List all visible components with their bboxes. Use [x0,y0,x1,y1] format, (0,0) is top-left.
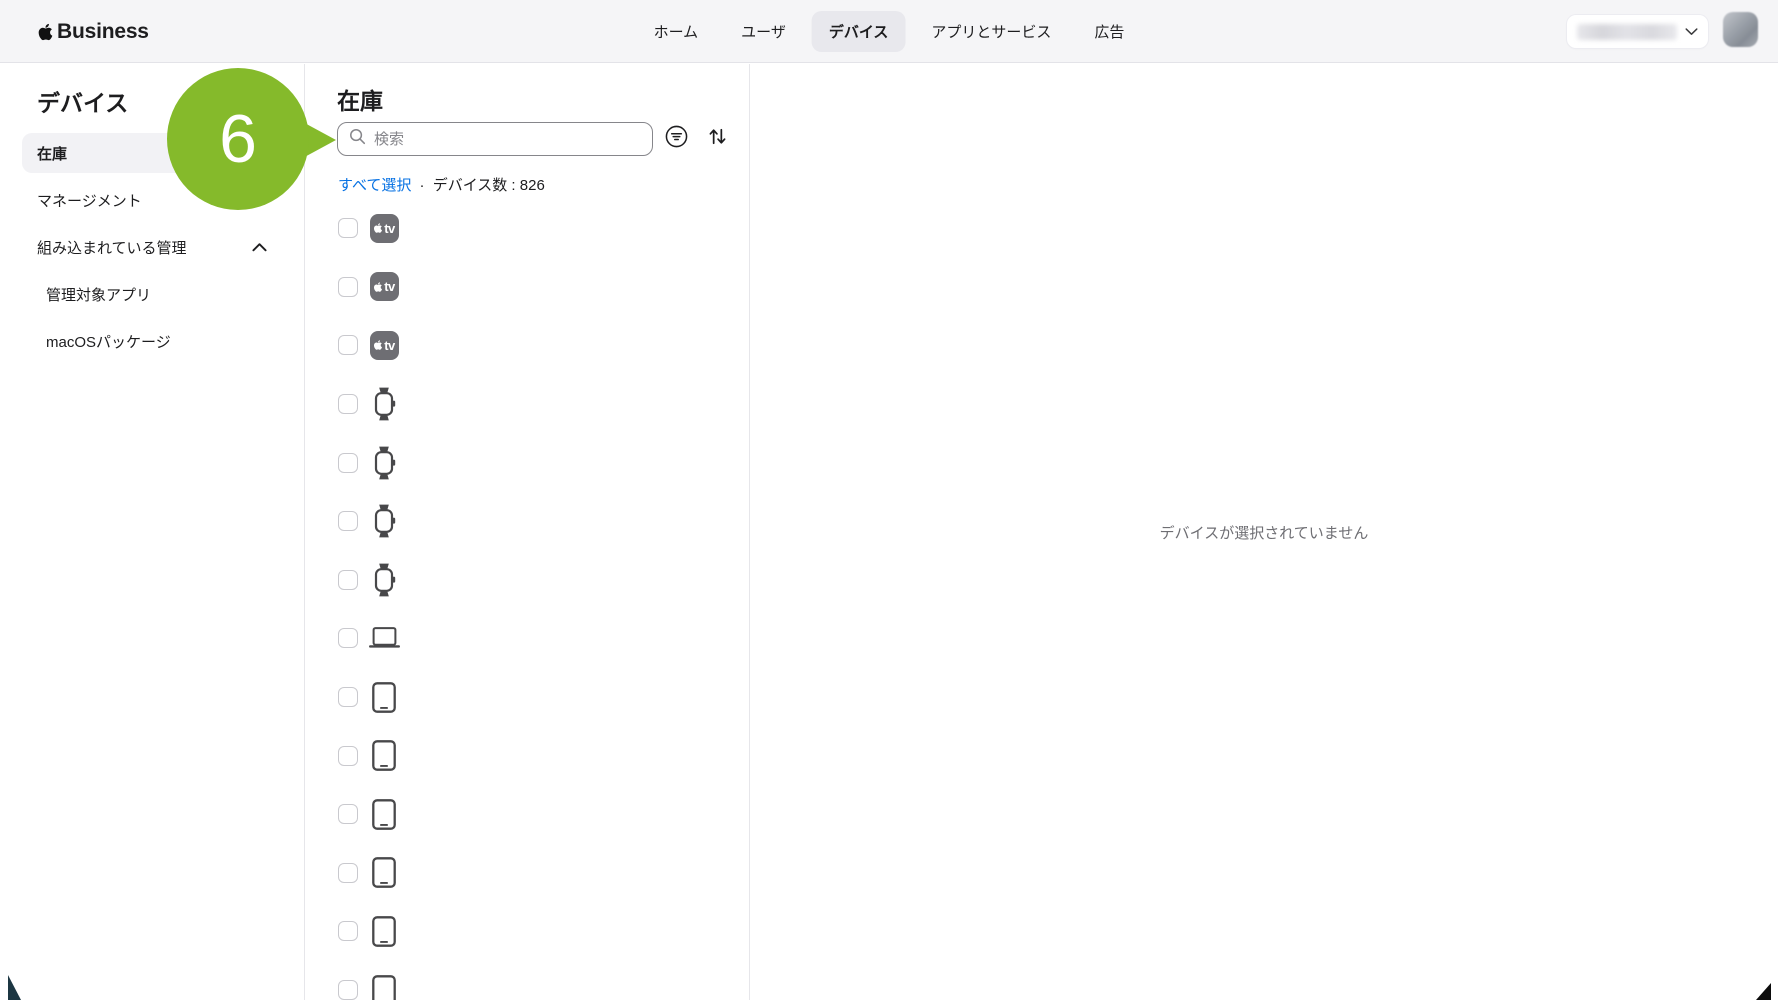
device-checkbox[interactable] [338,453,358,473]
sidebar-item-label: 在庫 [37,143,67,164]
device-row[interactable] [338,844,749,903]
chevron-down-icon [1685,23,1698,41]
device-row[interactable] [338,961,749,1000]
filter-icon [665,125,688,153]
redacted-account-name [1577,24,1677,40]
sidebar-item-label: 組み込まれている管理 [37,237,187,258]
nav-item-ads[interactable]: 広告 [1077,11,1141,52]
device-checkbox[interactable] [338,277,358,297]
chevron-up-icon[interactable] [252,239,267,256]
nav-item-users[interactable]: ユーザ [724,11,803,52]
empty-selection-message: デバイスが選択されていません [1160,522,1369,543]
device-count: デバイス数 : 826 [433,177,545,194]
search-box[interactable] [337,122,653,156]
device-checkbox[interactable] [338,746,358,766]
device-checkbox[interactable] [338,687,358,707]
filter-button[interactable] [659,122,693,156]
device-list: tv tv tv [338,199,749,1000]
ipad-icon [366,853,402,893]
device-checkbox[interactable] [338,335,358,355]
device-row[interactable] [338,375,749,434]
nav-item-home[interactable]: ホーム [637,11,716,52]
top-navigation-bar: Business ホーム ユーザ デバイス アプリとサービス 広告 [0,0,1778,63]
brand-label: Business [57,20,149,44]
device-row[interactable] [338,551,749,610]
appletv-icon: tv [366,325,402,365]
device-checkbox[interactable] [338,628,358,648]
sidebar-item-label: macOSパッケージ [46,331,171,352]
device-row[interactable] [338,668,749,727]
device-checkbox[interactable] [338,804,358,824]
main-area: デバイス 在庫 マネージメント 組み込まれている管理 管理対象アプリ macOS… [0,64,1778,1000]
device-checkbox[interactable] [338,511,358,531]
avatar[interactable] [1723,12,1758,47]
device-row[interactable] [338,492,749,551]
device-checkbox[interactable] [338,863,358,883]
apple-watch-icon [366,443,402,483]
device-checkbox[interactable] [338,921,358,941]
appletv-icon: tv [366,208,402,248]
apple-watch-icon [366,560,402,600]
search-icon [349,128,366,150]
apple-watch-icon [366,384,402,424]
ipad-icon [366,970,402,1000]
sidebar-item-label: 管理対象アプリ [46,284,151,305]
apple-watch-icon [366,501,402,541]
apple-icon [37,22,54,42]
select-all-link[interactable]: すべて選択 [338,177,411,194]
device-row[interactable]: tv [338,316,749,375]
ipad-icon [366,736,402,776]
step-number: 6 [219,105,257,173]
device-detail-panel: デバイスが選択されていません [750,64,1778,1000]
device-checkbox[interactable] [338,394,358,414]
appletv-icon: tv [366,267,402,307]
inventory-panel: 在庫 [305,64,750,1000]
ipad-icon [366,794,402,834]
nav-item-devices[interactable]: デバイス [812,11,906,52]
search-input[interactable] [374,131,641,148]
device-row[interactable] [338,902,749,961]
device-row[interactable] [338,726,749,785]
device-row[interactable]: tv [338,258,749,317]
step-annotation-badge: 6 [167,68,309,210]
primary-nav: ホーム ユーザ デバイス アプリとサービス 広告 [637,0,1142,63]
sidebar-item-label: マネージメント [37,190,142,211]
device-row[interactable]: tv [338,199,749,258]
sort-icon [706,125,729,153]
account-selector[interactable] [1567,15,1708,48]
separator: · [420,177,425,194]
ipad-icon [366,677,402,717]
ipad-icon [366,911,402,951]
device-row[interactable] [338,785,749,844]
device-row[interactable] [338,609,749,668]
device-checkbox[interactable] [338,570,358,590]
selection-summary: すべて選択 · デバイス数 : 826 [338,174,545,195]
device-checkbox[interactable] [338,980,358,1000]
macbook-icon [366,618,402,658]
sidebar-item-macos-packages[interactable]: macOSパッケージ [22,321,282,361]
device-row[interactable] [338,433,749,492]
sidebar-item-managed-apps[interactable]: 管理対象アプリ [22,274,282,314]
nav-item-apps-services[interactable]: アプリとサービス [914,11,1068,52]
sort-button[interactable] [700,122,734,156]
apple-business-logo[interactable]: Business [37,0,149,63]
device-checkbox[interactable] [338,218,358,238]
sidebar-item-builtin-management[interactable]: 組み込まれている管理 [22,227,282,267]
inventory-title: 在庫 [337,82,383,116]
